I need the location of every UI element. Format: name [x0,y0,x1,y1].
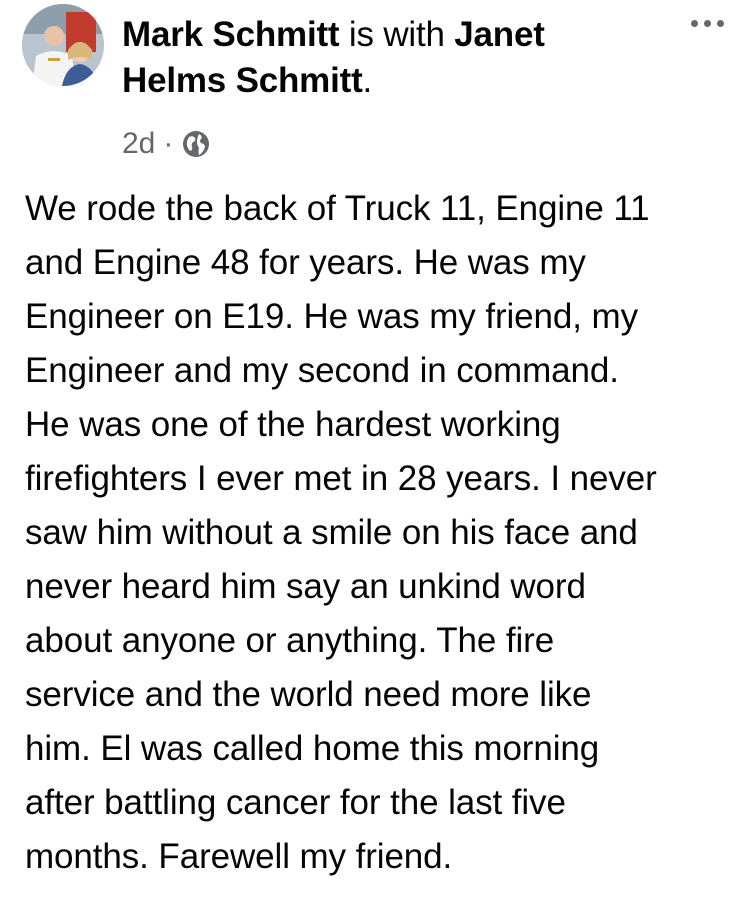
author-avatar[interactable] [22,4,104,86]
author-name[interactable]: Mark Schmitt [122,15,340,54]
with-text: is with [339,15,455,54]
globe-icon[interactable] [181,129,211,159]
more-options-button[interactable] [684,8,730,38]
meta-separator: · [163,127,174,160]
post-body-text: We rode the back of Truck 11, Engine 11 … [25,189,657,876]
header-period: . [362,61,373,100]
post-time[interactable]: 2d [122,127,155,161]
more-dot [716,19,724,27]
post-meta: 2d · [122,122,211,166]
post-card: Mark Schmitt is with Janet Helms Schmitt… [0,0,750,900]
more-dot [690,19,698,27]
profile-photo-icon [22,4,104,86]
more-dot [703,19,711,27]
post-header: Mark Schmitt is with Janet Helms Schmitt… [122,12,642,104]
